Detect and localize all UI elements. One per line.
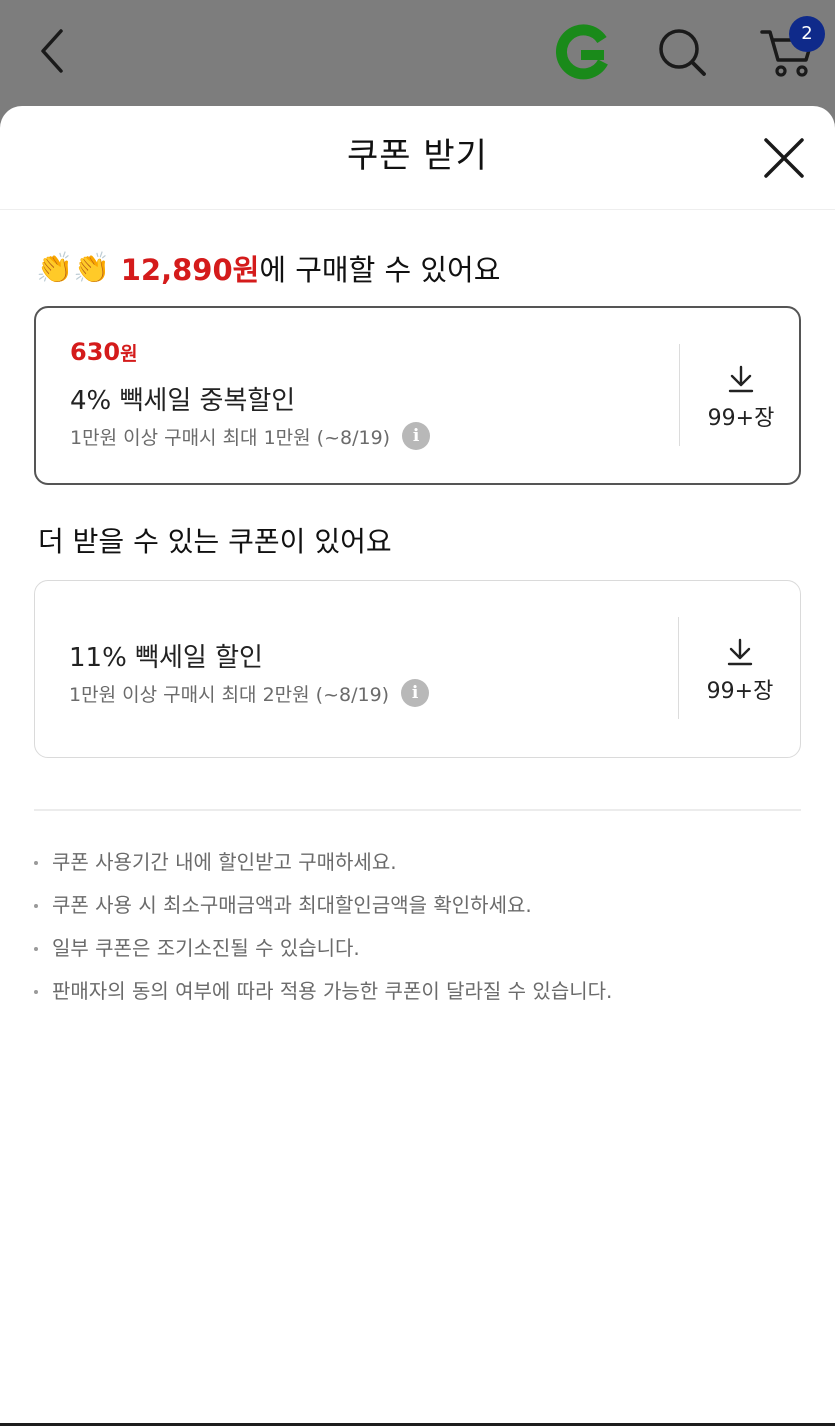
coupon-divider [679,344,680,446]
back-chevron-icon [41,29,63,73]
coupon-condition-text: 1만원 이상 구매시 최대 2만원 (~8/19) [69,683,390,706]
coupon-discount-amount: 630원 [70,338,138,366]
close-icon [764,138,804,178]
coupon-download-button[interactable]: 99+장 [682,348,800,448]
final-price: 12,890원 [120,253,260,287]
final-price-headline: 👏👏 12,890원 에 구매할 수 있어요 [36,246,500,290]
coupon-remaining-count: 99+장 [706,679,774,704]
coupon-amount-value: 630 [70,338,121,366]
available-coupon-card[interactable]: 11% 빽세일 할인 1만원 이상 구매시 최대 2만원 (~8/19) i 9… [34,580,801,758]
coupon-condition: 1만원 이상 구매시 최대 2만원 (~8/19) i [69,679,430,707]
applied-coupon-card[interactable]: 630원 4% 빽세일 중복할인 1만원 이상 구매시 최대 1만원 (~8/1… [34,306,801,485]
download-icon [728,365,754,393]
list-item: 일부 쿠폰은 조기소진될 수 있습니다. [32,930,612,973]
search-button[interactable] [654,24,710,80]
coupon-name: 11% 빽세일 할인 [69,643,263,673]
headline-suffix: 에 구매할 수 있어요 [259,253,501,287]
more-coupons-heading: 더 받을 수 있는 쿠폰이 있어요 [38,525,392,558]
info-icon[interactable]: i [401,679,430,707]
section-divider [34,809,801,811]
search-icon [659,29,706,76]
list-item: 쿠폰 사용기간 내에 할인받고 구매하세요. [32,844,612,887]
download-icon [727,638,753,666]
sheet-title: 쿠폰 받기 [347,136,488,176]
clapping-hands-icon: 👏👏 [36,250,111,286]
close-button[interactable] [760,134,808,182]
coupon-name: 4% 빽세일 중복할인 [70,386,296,416]
coupon-sheet: 쿠폰 받기 👏👏 12,890원 에 구매할 수 있어요 630원 4% 빽세일… [0,106,835,1426]
top-navigation-bar: 2 [0,0,835,106]
list-item: 판매자의 동의 여부에 따라 적용 가능한 쿠폰이 달라질 수 있습니다. [32,973,612,1016]
list-item: 쿠폰 사용 시 최소구매금액과 최대할인금액을 확인하세요. [32,887,612,930]
g-logo-icon[interactable] [552,24,610,82]
coupon-divider [678,617,679,719]
coupon-amount-unit: 원 [120,343,138,365]
coupon-condition-text: 1만원 이상 구매시 최대 1만원 (~8/19) [70,426,391,449]
coupon-notes-list: 쿠폰 사용기간 내에 할인받고 구매하세요. 쿠폰 사용 시 최소구매금액과 최… [32,844,612,1016]
cart-count-badge: 2 [789,16,825,52]
info-icon[interactable]: i [402,422,431,450]
coupon-download-button[interactable]: 99+장 [681,621,799,721]
sheet-header: 쿠폰 받기 [0,106,835,210]
back-button[interactable] [28,24,76,78]
coupon-remaining-count: 99+장 [707,406,775,431]
coupon-condition: 1만원 이상 구매시 최대 1만원 (~8/19) i [70,422,431,450]
